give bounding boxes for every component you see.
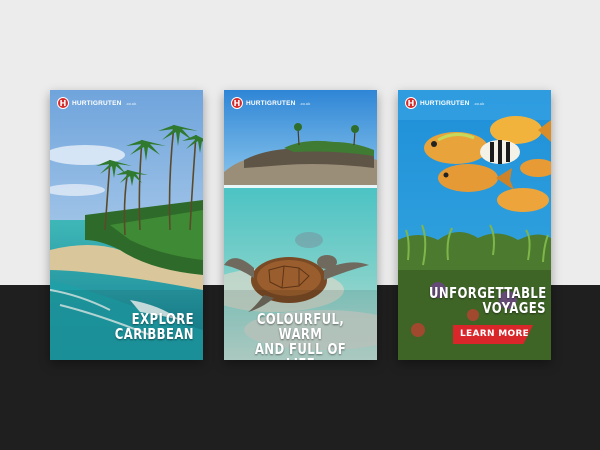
hurtigruten-logo: H HURTIGRUTEN .co.uk (57, 96, 136, 110)
headline: EXPLORE CARIBBEAN (77, 312, 194, 342)
headline-line-2: CARIBBEAN (114, 325, 194, 343)
banner-ad-caribbean[interactable]: H HURTIGRUTEN .co.uk EXPLORE CARIBBEAN (50, 90, 203, 360)
brand-name: HURTIGRUTEN (72, 99, 122, 107)
brand-mark-icon: H (405, 97, 417, 109)
headline-line-2: VOYAGES (482, 299, 546, 317)
banner-ad-reef[interactable]: H HURTIGRUTEN .co.uk UNFORGETTABLE VOYAG… (398, 90, 551, 360)
hurtigruten-logo: H HURTIGRUTEN .co.uk (405, 96, 484, 110)
brand-name: HURTIGRUTEN (420, 99, 470, 107)
headline-line-1: COLOURFUL, WARM (256, 310, 345, 343)
brand-mark-icon: H (57, 97, 69, 109)
hurtigruten-logo: H HURTIGRUTEN .co.uk (231, 96, 310, 110)
banner-ad-turtle[interactable]: H HURTIGRUTEN .co.uk COLOURFUL, WARM AND… (224, 90, 377, 360)
brand-suffix: .co.uk (299, 100, 311, 106)
headline: COLOURFUL, WARM AND FULL OF LIFE (241, 310, 360, 361)
brand-suffix: .co.uk (473, 100, 485, 106)
headline-line-2: AND FULL OF LIFE (254, 340, 347, 361)
reef-fish-image (398, 90, 551, 360)
learn-more-button[interactable]: LEARN MORE (453, 325, 533, 344)
brand-mark-icon: H (231, 97, 243, 109)
brand-name: HURTIGRUTEN (246, 99, 296, 107)
brand-suffix: .co.uk (125, 100, 137, 106)
headline: UNFORGETTABLE VOYAGES (429, 286, 546, 316)
